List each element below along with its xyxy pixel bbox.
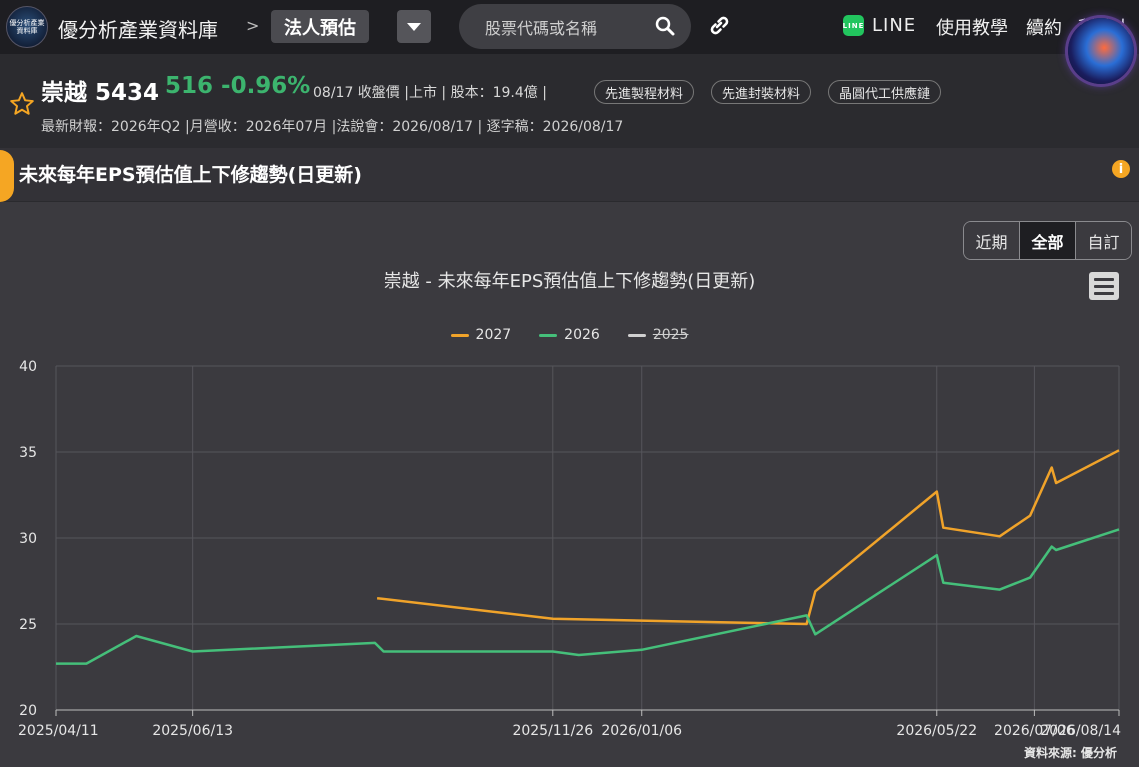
breadcrumb-current-page[interactable]: 法人預估	[271, 10, 369, 43]
chart-menu-icon[interactable]	[1089, 272, 1119, 300]
side-panel-tab-left[interactable]	[0, 150, 14, 202]
breadcrumb-separator: >	[246, 16, 260, 35]
y-tick-label-35: 35	[19, 445, 37, 461]
legend-item-2025[interactable]: 2025	[627, 327, 689, 343]
range-selector: 近期 全部 自訂	[963, 221, 1132, 260]
range-all-button[interactable]: 全部	[1020, 222, 1076, 259]
search-icon[interactable]	[655, 16, 675, 36]
tag-advanced-packaging[interactable]: 先進封裝材料	[711, 80, 812, 104]
search-box[interactable]	[459, 4, 691, 49]
x-tick-label-2: 2025/11/26	[512, 723, 593, 739]
logo-text: 優分析產業資料庫	[9, 19, 45, 35]
line-icon: LINE	[843, 15, 864, 36]
y-tick-label-20: 20	[19, 703, 37, 719]
legend-label-2025: 2025	[652, 327, 689, 343]
x-tick-label-3: 2026/01/06	[601, 723, 682, 739]
y-tick-label-25: 25	[19, 617, 37, 633]
legend-item-2026[interactable]: 2026	[539, 327, 600, 343]
stock-meta: 08/17 收盤價 |上市 | 股本：19.4億 |	[313, 85, 547, 101]
range-custom-button[interactable]: 自訂	[1076, 222, 1131, 259]
y-tick-label-30: 30	[19, 531, 37, 547]
legend-swatch-2026	[539, 333, 558, 337]
chart-title: 崇越 - 未來每年EPS預估值上下修趨勢(日更新)	[383, 271, 756, 292]
link-icon[interactable]	[708, 14, 730, 36]
info-icon[interactable]: i	[1112, 160, 1130, 178]
caret-down-icon	[407, 22, 421, 31]
x-tick-label-1: 2025/06/13	[152, 723, 233, 739]
chart-legend: 2027 2026 2025	[0, 327, 1139, 343]
series-line-2027	[376, 449, 1120, 626]
range-recent-button[interactable]: 近期	[964, 222, 1020, 259]
y-tick-label-40: 40	[19, 359, 37, 375]
stock-name: 崇越 5434	[41, 80, 160, 106]
site-name-link[interactable]: 優分析產業資料庫	[58, 14, 218, 43]
x-tick-label-6: 2026/08/14	[1040, 723, 1121, 739]
tag-foundry-supply-chain[interactable]: 晶圓代工供應鏈	[828, 80, 942, 104]
data-source: 資料來源: 優分析	[1024, 746, 1117, 760]
favorite-star-icon[interactable]	[9, 91, 35, 117]
legend-label-2027: 2027	[475, 327, 512, 343]
eps-trend-chart: 20 25 30 35 40 2025/04/11 2025/06/13 2025/11/26…	[18, 359, 1121, 739]
x-tick-label-4: 2026/05/22	[896, 723, 977, 739]
stock-price-change: 516 -0.96%	[165, 73, 311, 99]
legend-swatch-2027	[450, 333, 469, 337]
line-link[interactable]: LINE LINE	[843, 15, 916, 36]
nav-renew[interactable]: 續約	[1026, 14, 1062, 40]
nav-tutorial[interactable]: 使用教學	[936, 14, 1008, 40]
user-avatar[interactable]	[1068, 18, 1134, 84]
legend-label-2026: 2026	[564, 327, 600, 343]
tag-advanced-process[interactable]: 先進製程材料	[594, 80, 695, 104]
x-tick-label-0: 2025/04/11	[18, 723, 99, 739]
legend-item-2027[interactable]: 2027	[450, 327, 512, 343]
stock-report-dates: 最新財報：2026年Q2 |月營收：2026年07月 |法說會：2026/08/…	[41, 119, 624, 135]
site-logo[interactable]: 優分析產業資料庫	[6, 6, 48, 48]
line-label: LINE	[872, 15, 917, 36]
section-title: 未來每年EPS預估值上下修趨勢(日更新)	[19, 164, 362, 186]
series-line-2026	[56, 528, 1120, 665]
legend-swatch-2025	[627, 333, 646, 337]
page-dropdown-button[interactable]	[397, 10, 431, 43]
search-input[interactable]	[483, 15, 647, 41]
